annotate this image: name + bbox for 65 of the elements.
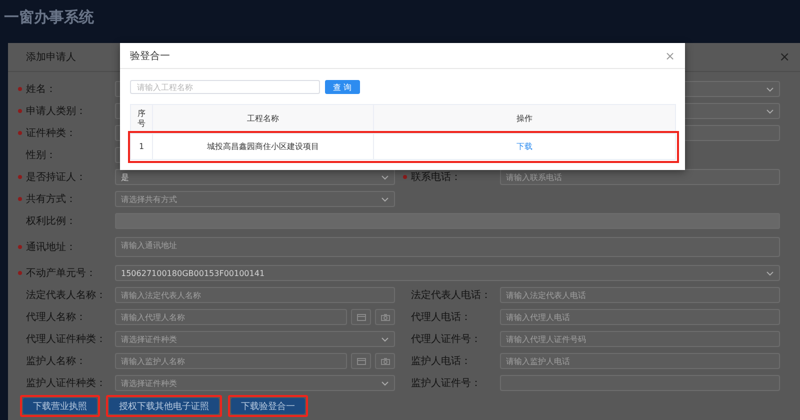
select-field[interactable]: 请选择证件种类 [115,331,395,347]
chevron-down-icon [766,86,774,92]
select-field[interactable]: 150627100180GB00153F00100141 [115,265,780,281]
field-label: 共有方式： [26,192,76,206]
field-label: 姓名： [26,83,56,96]
select-field[interactable]: 请选择证件种类 [115,375,395,391]
field-label: 监护人名称： [26,354,86,368]
card-icon [356,314,366,320]
chevron-down-icon [381,196,389,202]
modal-title: 验登合一 [130,50,170,62]
download-button[interactable]: 下载验登合一 [231,398,305,414]
download-button[interactable]: 授权下载其他电子证照 [109,398,219,414]
field-label: 不动产单元号： [26,266,96,280]
column-header: 工程名称 [152,104,374,134]
field-label: 申请人类别： [26,104,86,118]
field-label: 代理人证件号： [411,333,481,346]
column-header: 序号 [130,104,152,134]
field-label: 法定代表人电话： [411,288,491,302]
field-label: 代理人电话： [411,310,471,324]
input-field[interactable]: 请输入代理人电话 [500,309,780,325]
download-button[interactable]: 下载营业执照 [23,398,97,414]
field-label: 通讯地址： [26,240,76,254]
select-field[interactable]: 是 [115,169,395,185]
input-field[interactable]: 请输入联系电话 [500,169,780,185]
field-label: 代理人名称： [26,311,86,324]
column-header: 操作 [374,104,676,134]
chevron-down-icon [766,108,774,114]
table-cell: 1 [130,134,152,160]
input-field[interactable]: 请输入法定代表人名称 [115,287,395,303]
search-button[interactable]: 查 询 [325,80,360,94]
field-label: 监护人电话： [411,354,471,368]
input-field[interactable]: 请输入法定代表人电话 [500,287,780,303]
field-label: 证件种类： [26,126,76,140]
chevron-down-icon [381,174,389,180]
field-label: 联系电话： [411,170,461,184]
input-field[interactable]: 请输入代理人证件号码 [500,331,780,347]
select-field[interactable]: 请选择共有方式 [115,191,395,207]
camera-button[interactable] [375,353,395,369]
field-label: 监护人证件号： [411,376,481,390]
input-field[interactable]: 请输入代理人名称 [115,309,347,325]
chevron-down-icon [381,336,389,342]
text-area[interactable]: 请输入通讯地址 [115,237,780,257]
search-field[interactable]: 请输入工程名称 [130,80,320,94]
camera-icon [380,358,390,364]
download-link[interactable]: 下载 [516,142,532,151]
chevron-down-icon [766,270,774,276]
table-cell: 城投高昌鑫园商住小区建设项目 [152,134,374,160]
card-icon [356,358,366,364]
field-label: 监护人证件种类： [26,376,106,390]
field-label: 法定代表人名称： [26,288,106,302]
dialog-title: 添加申请人 [26,50,76,64]
card-reader-button[interactable] [351,309,371,325]
card-reader-button[interactable] [351,353,371,369]
camera-button[interactable] [375,309,395,325]
field-label: 是否持证人： [26,170,86,184]
field-label: 代理人证件种类： [26,332,106,346]
field-label: 权利比例： [26,214,76,228]
camera-icon [380,314,390,320]
input-field[interactable]: 请输入监护人名称 [115,353,347,369]
close-icon[interactable]: × [664,48,675,62]
close-icon[interactable]: × [779,50,790,64]
chevron-down-icon [381,380,389,386]
app-title: 一窗办事系统 [4,8,94,27]
field-label: 性别： [26,148,56,162]
input-field[interactable]: 请输入监护人电话 [500,353,780,369]
